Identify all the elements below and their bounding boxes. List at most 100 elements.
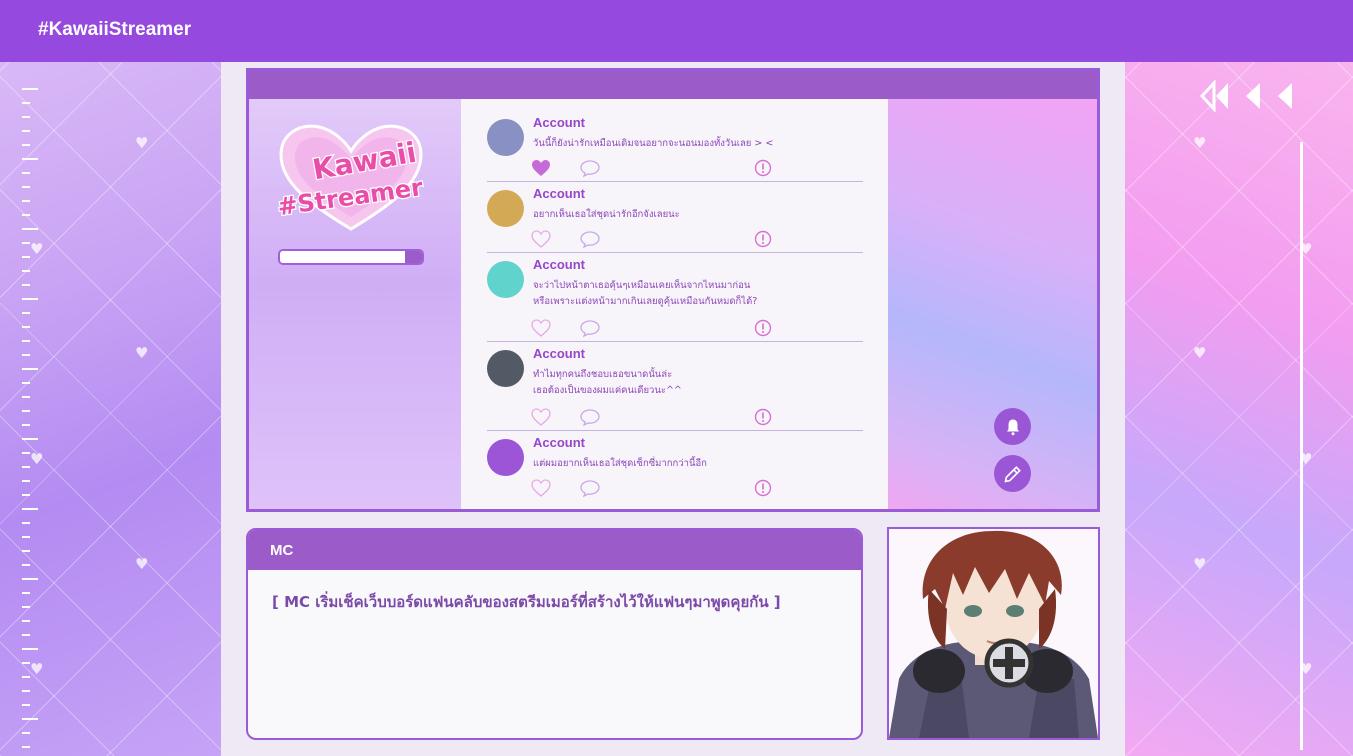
ruler-tick bbox=[22, 732, 30, 734]
post-text: จะว่าไปหน้าตาเธอคุ้นๆเหมือนเคยเห็นจากไหน… bbox=[533, 280, 758, 307]
post-author[interactable]: Account bbox=[533, 346, 585, 361]
ruler-tick bbox=[22, 550, 30, 552]
ruler-tick bbox=[22, 354, 30, 356]
ruler-tick bbox=[22, 578, 38, 580]
exclamation-circle-icon[interactable] bbox=[753, 319, 773, 337]
kawaii-streamer-logo: Kawaii #Streamer bbox=[275, 124, 426, 231]
avatar[interactable] bbox=[487, 439, 524, 476]
ruler-tick bbox=[22, 298, 38, 300]
nav-controls bbox=[1200, 80, 1296, 112]
post-text: แต่ผมอยากเห็นเธอใส่ชุดเซ็กซี่มากกว่านี้อ… bbox=[533, 458, 707, 469]
ruler-tick bbox=[22, 634, 30, 636]
ruler-tick bbox=[22, 648, 38, 650]
ruler-tick bbox=[22, 116, 30, 118]
exclamation-circle-icon[interactable] bbox=[753, 159, 773, 177]
ruler-tick bbox=[22, 508, 38, 510]
exclamation-circle-icon[interactable] bbox=[753, 408, 773, 426]
ruler-tick bbox=[22, 228, 38, 230]
back-icon[interactable] bbox=[1274, 80, 1296, 112]
right-background: ♥ ♥ ♥ ♥ ♥ ♥ bbox=[1125, 62, 1353, 756]
new-post-button[interactable] bbox=[994, 455, 1031, 492]
ruler-tick bbox=[22, 368, 38, 370]
ruler-tick bbox=[22, 494, 30, 496]
heart-icon[interactable] bbox=[531, 230, 551, 248]
post-author[interactable]: Account bbox=[533, 435, 585, 450]
dialogue-box[interactable]: MC [ MC เริ่มเช็คเว็บบอร์ดแฟนคลับของสตรี… bbox=[246, 528, 863, 740]
ruler-tick bbox=[22, 522, 30, 524]
ruler-tick bbox=[22, 326, 30, 328]
speaker-name: MC bbox=[270, 542, 294, 559]
dialogue-header: MC bbox=[248, 530, 861, 570]
ruler-tick bbox=[22, 158, 38, 160]
character-image bbox=[889, 530, 1098, 738]
app-title: #KawaiiStreamer bbox=[38, 19, 192, 40]
list-item[interactable]: Account วันนี้ก็ยังน่ารักเหมือนเดิมจนอยาก… bbox=[487, 115, 863, 182]
post-author[interactable]: Account bbox=[533, 115, 585, 130]
ruler-tick bbox=[22, 690, 30, 692]
list-item[interactable]: Account ทำไมทุกคนถึงชอบเธอขนาดนั้นล่ะ เธอต… bbox=[487, 346, 863, 431]
post-actions bbox=[531, 230, 781, 250]
list-item[interactable]: Account แต่ผมอยากเห็นเธอใส่ชุดเซ็กซี่มากก… bbox=[487, 435, 863, 501]
board-side-panel bbox=[888, 99, 1097, 509]
post-feed: Account วันนี้ก็ยังน่ารักเหมือนเดิมจนอยาก… bbox=[461, 99, 888, 509]
ruler-tick bbox=[22, 382, 30, 384]
exclamation-circle-icon[interactable] bbox=[753, 230, 773, 248]
post-text: อยากเห็นเธอใส่ชุดน่ารักอีกจังเลยนะ bbox=[533, 209, 680, 220]
ruler-tick bbox=[22, 88, 38, 90]
list-item[interactable]: Account อยากเห็นเธอใส่ชุดน่ารักอีกจังเลยน… bbox=[487, 186, 863, 253]
left-background: ♥ ♥ ♥ ♥ ♥ ♥ bbox=[0, 62, 221, 756]
pencil-icon bbox=[1003, 465, 1021, 483]
speech-bubble-icon[interactable] bbox=[580, 479, 600, 497]
ruler-tick bbox=[22, 424, 30, 426]
post-actions bbox=[531, 159, 781, 179]
ruler-tick bbox=[22, 452, 30, 454]
ruler-tick bbox=[22, 620, 30, 622]
ruler-tick bbox=[22, 466, 30, 468]
avatar[interactable] bbox=[487, 190, 524, 227]
board-sidebar: Kawaii #Streamer bbox=[249, 99, 461, 509]
ruler-tick bbox=[22, 312, 30, 314]
ruler-tick bbox=[22, 662, 30, 664]
ruler-tick bbox=[22, 130, 30, 132]
ruler-tick bbox=[22, 536, 30, 538]
speech-bubble-icon[interactable] bbox=[580, 230, 600, 248]
speech-bubble-icon[interactable] bbox=[580, 408, 600, 426]
double-rewind-icon[interactable] bbox=[1200, 80, 1232, 112]
heart-icon[interactable] bbox=[531, 408, 551, 426]
post-text: ทำไมทุกคนถึงชอบเธอขนาดนั้นล่ะ เธอต้องเป็น… bbox=[533, 369, 682, 396]
ruler-tick bbox=[22, 200, 30, 202]
avatar[interactable] bbox=[487, 350, 524, 387]
progress-bar bbox=[278, 249, 424, 265]
ruler-tick bbox=[22, 410, 30, 412]
ruler-tick bbox=[22, 704, 30, 706]
ruler-tick bbox=[22, 718, 38, 720]
character-portrait bbox=[887, 527, 1100, 740]
window-titlebar bbox=[249, 71, 1097, 99]
timeline-bar bbox=[1300, 142, 1303, 750]
post-actions bbox=[531, 479, 781, 499]
avatar[interactable] bbox=[487, 119, 524, 156]
post-author[interactable]: Account bbox=[533, 257, 585, 272]
post-author[interactable]: Account bbox=[533, 186, 585, 201]
dialogue-text: [ MC เริ่มเช็คเว็บบอร์ดแฟนคลับของสตรีมเม… bbox=[272, 593, 781, 611]
list-item[interactable]: Account จะว่าไปหน้าตาเธอคุ้นๆเหมือนเคยเห็… bbox=[487, 257, 863, 342]
notification-button[interactable] bbox=[994, 408, 1031, 445]
ruler-tick bbox=[22, 214, 30, 216]
speech-bubble-icon[interactable] bbox=[580, 319, 600, 337]
heart-icon[interactable] bbox=[531, 159, 551, 177]
ruler-tick bbox=[22, 186, 30, 188]
heart-icon[interactable] bbox=[531, 479, 551, 497]
ruler-tick bbox=[22, 438, 38, 440]
ruler-tick bbox=[22, 270, 30, 272]
ruler-tick bbox=[22, 396, 30, 398]
heart-icon[interactable] bbox=[531, 319, 551, 337]
ruler-tick bbox=[22, 592, 30, 594]
speech-bubble-icon[interactable] bbox=[580, 159, 600, 177]
ruler-tick bbox=[22, 746, 30, 748]
ruler-tick bbox=[22, 144, 30, 146]
post-actions bbox=[531, 319, 781, 339]
exclamation-circle-icon[interactable] bbox=[753, 479, 773, 497]
ruler-tick bbox=[22, 480, 30, 482]
avatar[interactable] bbox=[487, 261, 524, 298]
rewind-icon[interactable] bbox=[1242, 80, 1264, 112]
